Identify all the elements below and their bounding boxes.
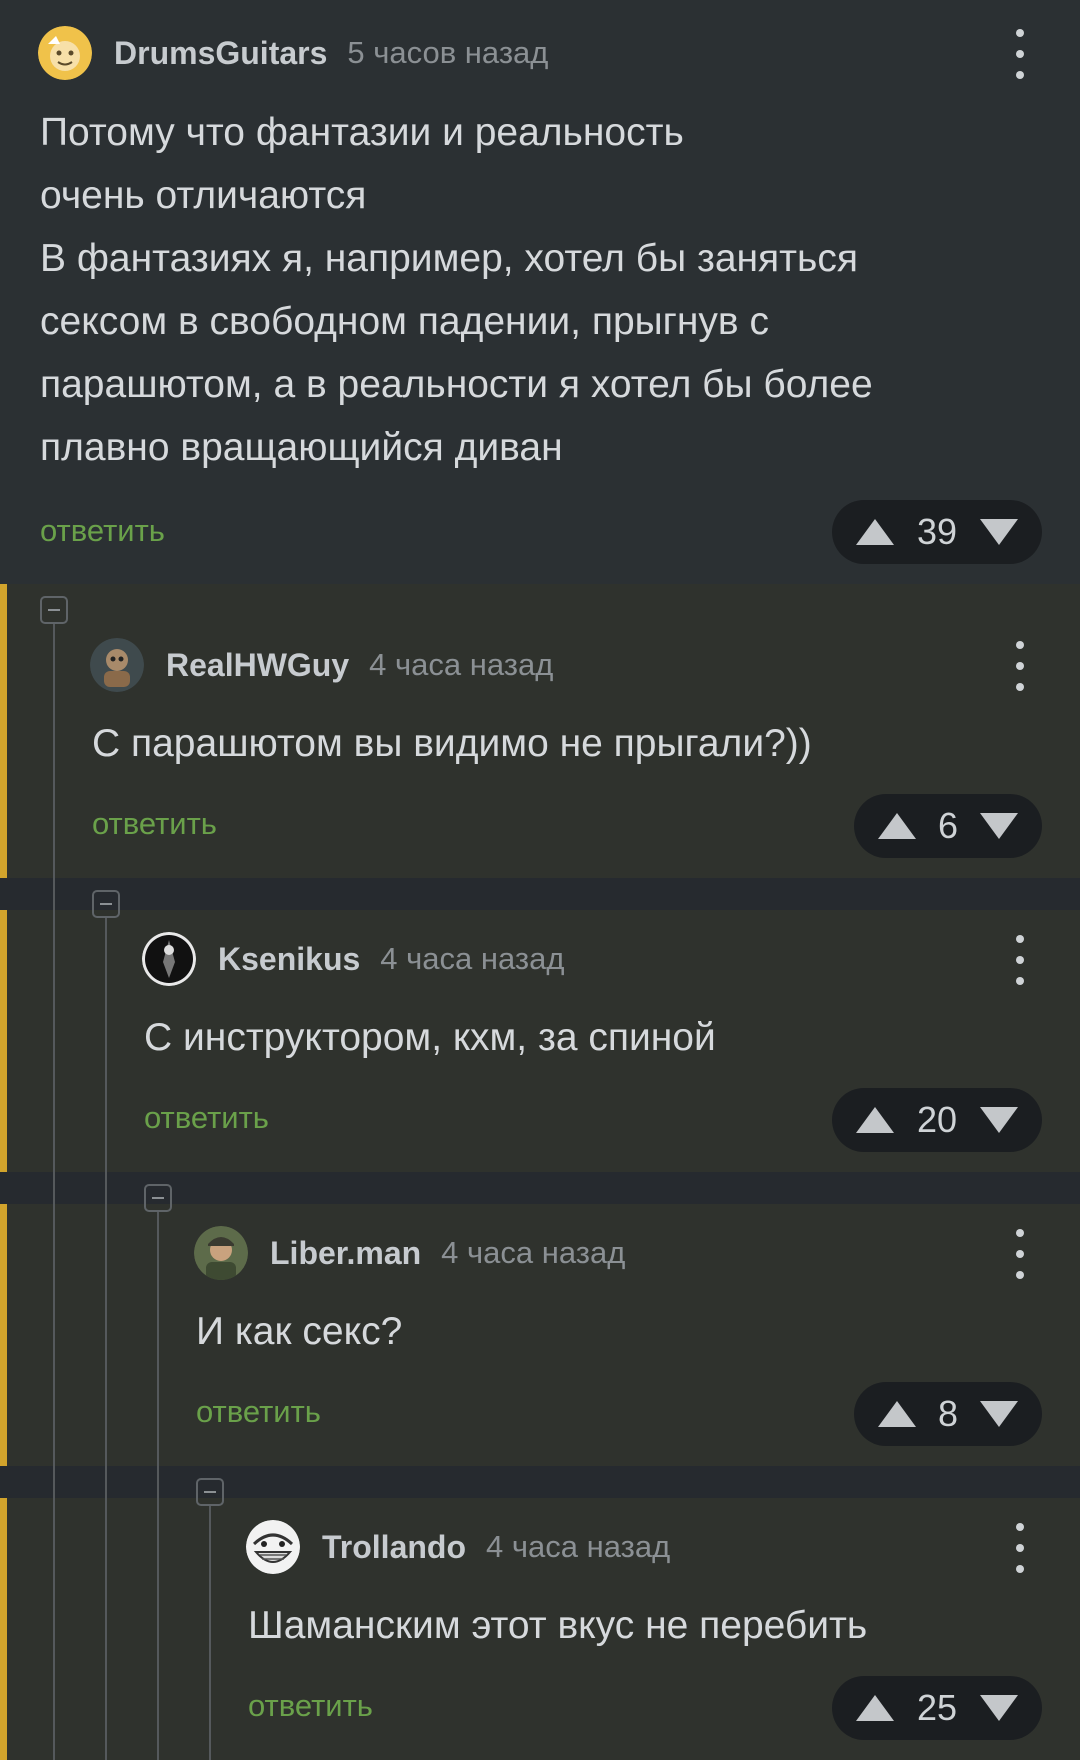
avatar[interactable]: [194, 1226, 248, 1280]
thread-line-level-1: [53, 910, 55, 1172]
downvote-arrow-icon[interactable]: [980, 813, 1018, 839]
more-vertical-icon[interactable]: [1012, 935, 1028, 985]
new-comment-accent-bar: [0, 1498, 7, 1760]
downvote-arrow-icon[interactable]: [979, 1695, 1018, 1721]
upvote-arrow-icon[interactable]: [856, 1695, 894, 1721]
username[interactable]: DrumsGuitars: [114, 35, 327, 72]
comment-header: Ksenikus 4 часа назад: [142, 932, 564, 986]
collapse-minus-icon[interactable]: [196, 1478, 224, 1506]
comment-reply-level-1: RealHWGuy 4 часа назад С парашютом вы ви…: [0, 584, 1080, 878]
comment-reply-level-2: Ksenikus 4 часа назад С инструктором, кх…: [0, 890, 1080, 1172]
vote-control: 6: [854, 794, 1042, 858]
comment-header: DrumsGuitars 5 часов назад: [38, 26, 548, 80]
username[interactable]: Ksenikus: [218, 941, 360, 978]
thread-line-level-1: [53, 1204, 55, 1466]
timestamp: 5 часов назад: [347, 35, 549, 70]
timestamp: 4 часа назад: [369, 647, 554, 682]
comment-root: DrumsGuitars 5 часов назад Потому что фа…: [0, 0, 1080, 584]
upvote-arrow-icon[interactable]: [856, 519, 894, 545]
more-vertical-icon[interactable]: [1012, 641, 1028, 691]
downvote-arrow-icon[interactable]: [980, 1401, 1018, 1427]
avatar[interactable]: [142, 932, 196, 986]
comment-header: Trollando 4 часа назад: [246, 1520, 670, 1574]
thread-line-level-1: [53, 624, 55, 878]
vote-control: 20: [832, 1088, 1042, 1152]
more-vertical-icon[interactable]: [1012, 1523, 1028, 1573]
comment-text: Потому что фантазии и реальность очень о…: [40, 111, 873, 469]
thread-line-level-2: [105, 1204, 107, 1466]
comment-text: С инструктором, кхм, за спиной: [144, 1016, 716, 1059]
comment-text: Шаманским этот вкус не перебить: [248, 1604, 868, 1647]
upvote-arrow-icon[interactable]: [878, 1401, 916, 1427]
comment-header: RealHWGuy 4 часа назад: [90, 638, 553, 692]
username[interactable]: Liber.man: [270, 1235, 421, 1272]
reply-link[interactable]: ответить: [196, 1394, 321, 1430]
collapse-minus-icon[interactable]: [92, 890, 120, 918]
score: 39: [916, 511, 958, 552]
score: 20: [916, 1099, 958, 1140]
comment-text: С парашютом вы видимо не прыгали?)): [92, 722, 812, 765]
reply-link[interactable]: ответить: [92, 806, 217, 842]
username[interactable]: RealHWGuy: [166, 647, 349, 684]
username[interactable]: Trollando: [322, 1529, 466, 1566]
avatar[interactable]: [38, 26, 92, 80]
comments-page: DrumsGuitars 5 часов назад Потому что фа…: [0, 0, 1080, 1760]
reply-link[interactable]: ответить: [248, 1688, 373, 1724]
downvote-arrow-icon[interactable]: [979, 1107, 1018, 1133]
more-vertical-icon[interactable]: [1012, 29, 1028, 79]
new-comment-accent-bar: [0, 1204, 7, 1466]
thread-line-level-1: [53, 1498, 55, 1760]
new-comment-accent-bar: [0, 584, 7, 878]
avatar[interactable]: [90, 638, 144, 692]
vote-control: 25: [832, 1676, 1042, 1740]
timestamp: 4 часа назад: [380, 941, 565, 976]
vote-control: 39: [832, 500, 1042, 564]
downvote-arrow-icon[interactable]: [979, 519, 1018, 545]
more-vertical-icon[interactable]: [1012, 1229, 1028, 1279]
timestamp: 4 часа назад: [486, 1529, 671, 1564]
new-comment-accent-bar: [0, 910, 7, 1172]
collapse-minus-icon[interactable]: [40, 596, 68, 624]
score: 6: [937, 805, 959, 846]
score: 8: [937, 1393, 959, 1434]
vote-control: 8: [854, 1382, 1042, 1446]
timestamp: 4 часа назад: [441, 1235, 626, 1270]
upvote-arrow-icon[interactable]: [878, 813, 916, 839]
reply-link[interactable]: ответить: [40, 513, 165, 549]
collapse-minus-icon[interactable]: [144, 1184, 172, 1212]
thread-line-level-2: [105, 918, 107, 1172]
score: 25: [916, 1687, 958, 1728]
comment-reply-level-3: Liber.man 4 часа назад И как секс? ответ…: [0, 1184, 1080, 1466]
comment-reply-level-4: Trollando 4 часа назад Шаманским этот вк…: [0, 1478, 1080, 1760]
upvote-arrow-icon[interactable]: [856, 1107, 894, 1133]
thread-line-level-2: [105, 1498, 107, 1760]
reply-link[interactable]: ответить: [144, 1100, 269, 1136]
thread-line-level-3: [157, 1498, 159, 1760]
thread-line-level-4: [209, 1506, 211, 1760]
thread-line-level-3: [157, 1212, 159, 1466]
comment-text: И как секс?: [196, 1310, 403, 1353]
avatar[interactable]: [246, 1520, 300, 1574]
comment-header: Liber.man 4 часа назад: [194, 1226, 625, 1280]
